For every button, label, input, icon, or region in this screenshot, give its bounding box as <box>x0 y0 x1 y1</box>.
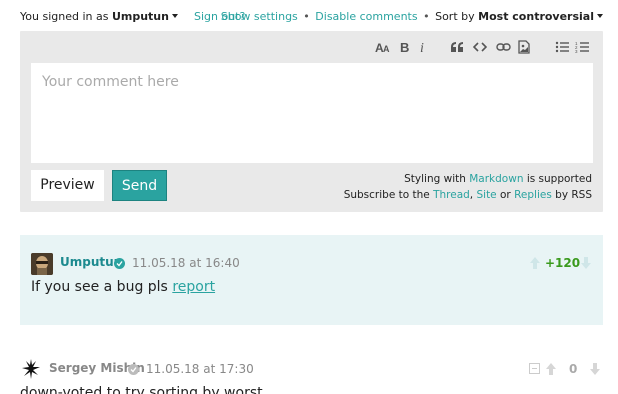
avatar[interactable] <box>31 253 53 275</box>
comment-date[interactable]: 11.05.18 at 17:30 <box>146 362 254 376</box>
collapse-icon[interactable] <box>529 363 540 374</box>
svg-text:3: 3 <box>575 49 578 53</box>
text-size-icon[interactable]: AA <box>374 38 392 56</box>
bullet-separator: • <box>303 10 310 23</box>
comment-textarea[interactable]: Your comment here <box>31 63 593 163</box>
hint-text: Styling with <box>404 173 466 185</box>
user-menu[interactable]: Umputun <box>112 10 178 23</box>
comment-text: If you see a bug pls report <box>31 279 215 295</box>
upvote-arrow-icon[interactable] <box>545 362 557 376</box>
show-settings-link[interactable]: Show settings <box>221 10 298 23</box>
signed-in-info: You signed in as Umputun Sign out? <box>20 8 245 26</box>
hint-text: by RSS <box>555 189 592 201</box>
comments-header: You signed in as Umputun Sign out? Show … <box>20 8 603 26</box>
rss-hint: Subscribe to the Thread, Site or Replies… <box>344 189 592 201</box>
upvote-arrow-icon[interactable] <box>529 256 541 270</box>
preview-button[interactable]: Preview <box>31 170 104 201</box>
numbered-list-icon[interactable]: 123 <box>573 38 591 56</box>
svg-text:B: B <box>400 41 409 53</box>
comment-settings: Show settings • Disable comments • Sort … <box>221 8 603 26</box>
comment-date[interactable]: 11.05.18 at 16:40 <box>132 256 240 270</box>
username: Umputun <box>111 10 169 23</box>
comment-item: Sergey Mishin 11.05.18 at 17:30 0 down-v… <box>20 345 603 394</box>
report-link[interactable]: report <box>172 279 215 295</box>
markdown-link[interactable]: Markdown <box>469 173 523 185</box>
sort-prefix: Sort by <box>435 10 475 23</box>
image-icon[interactable] <box>515 38 533 56</box>
sort-select[interactable]: Most controversial <box>478 10 603 23</box>
italic-icon[interactable]: i <box>414 38 432 56</box>
comment-score: 0 <box>569 362 578 376</box>
verified-icon <box>128 364 139 375</box>
disable-comments-link[interactable]: Disable comments <box>315 10 417 23</box>
replies-rss-link[interactable]: Replies <box>514 189 552 201</box>
hint-comma: , <box>469 189 474 201</box>
hint-text: or <box>500 189 511 201</box>
comment-form: AA B i 123 Your comment here Preview Sen… <box>20 31 603 212</box>
chevron-down-icon <box>171 14 178 18</box>
site-rss-link[interactable]: Site <box>476 189 496 201</box>
link-icon[interactable] <box>494 38 512 56</box>
send-button[interactable]: Send <box>112 170 167 201</box>
downvote-arrow-icon[interactable] <box>589 362 601 376</box>
svg-text:A: A <box>383 44 390 53</box>
code-icon[interactable] <box>471 38 489 56</box>
comment-author[interactable]: Umputun <box>60 255 122 269</box>
comment-placeholder: Your comment here <box>42 74 179 90</box>
comment-item: Umputun 11.05.18 at 16:40 If you see a b… <box>20 235 603 325</box>
editor-toolbar: AA B i 123 <box>20 31 603 63</box>
quote-icon[interactable] <box>448 38 466 56</box>
svg-text:i: i <box>420 41 424 53</box>
verified-icon <box>114 258 125 269</box>
bullet-separator: • <box>423 10 430 23</box>
markdown-hint: Styling with Markdown is supported <box>404 173 592 185</box>
comment-text: down-voted to try sorting by worst <box>20 385 263 394</box>
hint-text: Subscribe to the <box>343 189 430 201</box>
downvote-arrow-icon[interactable] <box>580 256 592 270</box>
bold-icon[interactable]: B <box>396 38 414 56</box>
sort-value: Most controversial <box>478 10 594 23</box>
bullet-list-icon[interactable] <box>553 38 571 56</box>
signed-in-prefix: You signed in as <box>20 10 109 23</box>
comment-score: +120 <box>545 256 581 270</box>
hint-text: is supported <box>526 173 592 185</box>
comment-body: If you see a bug pls <box>31 279 168 295</box>
thread-rss-link[interactable]: Thread <box>433 189 470 201</box>
chevron-down-icon <box>597 14 603 18</box>
avatar[interactable] <box>22 359 40 379</box>
